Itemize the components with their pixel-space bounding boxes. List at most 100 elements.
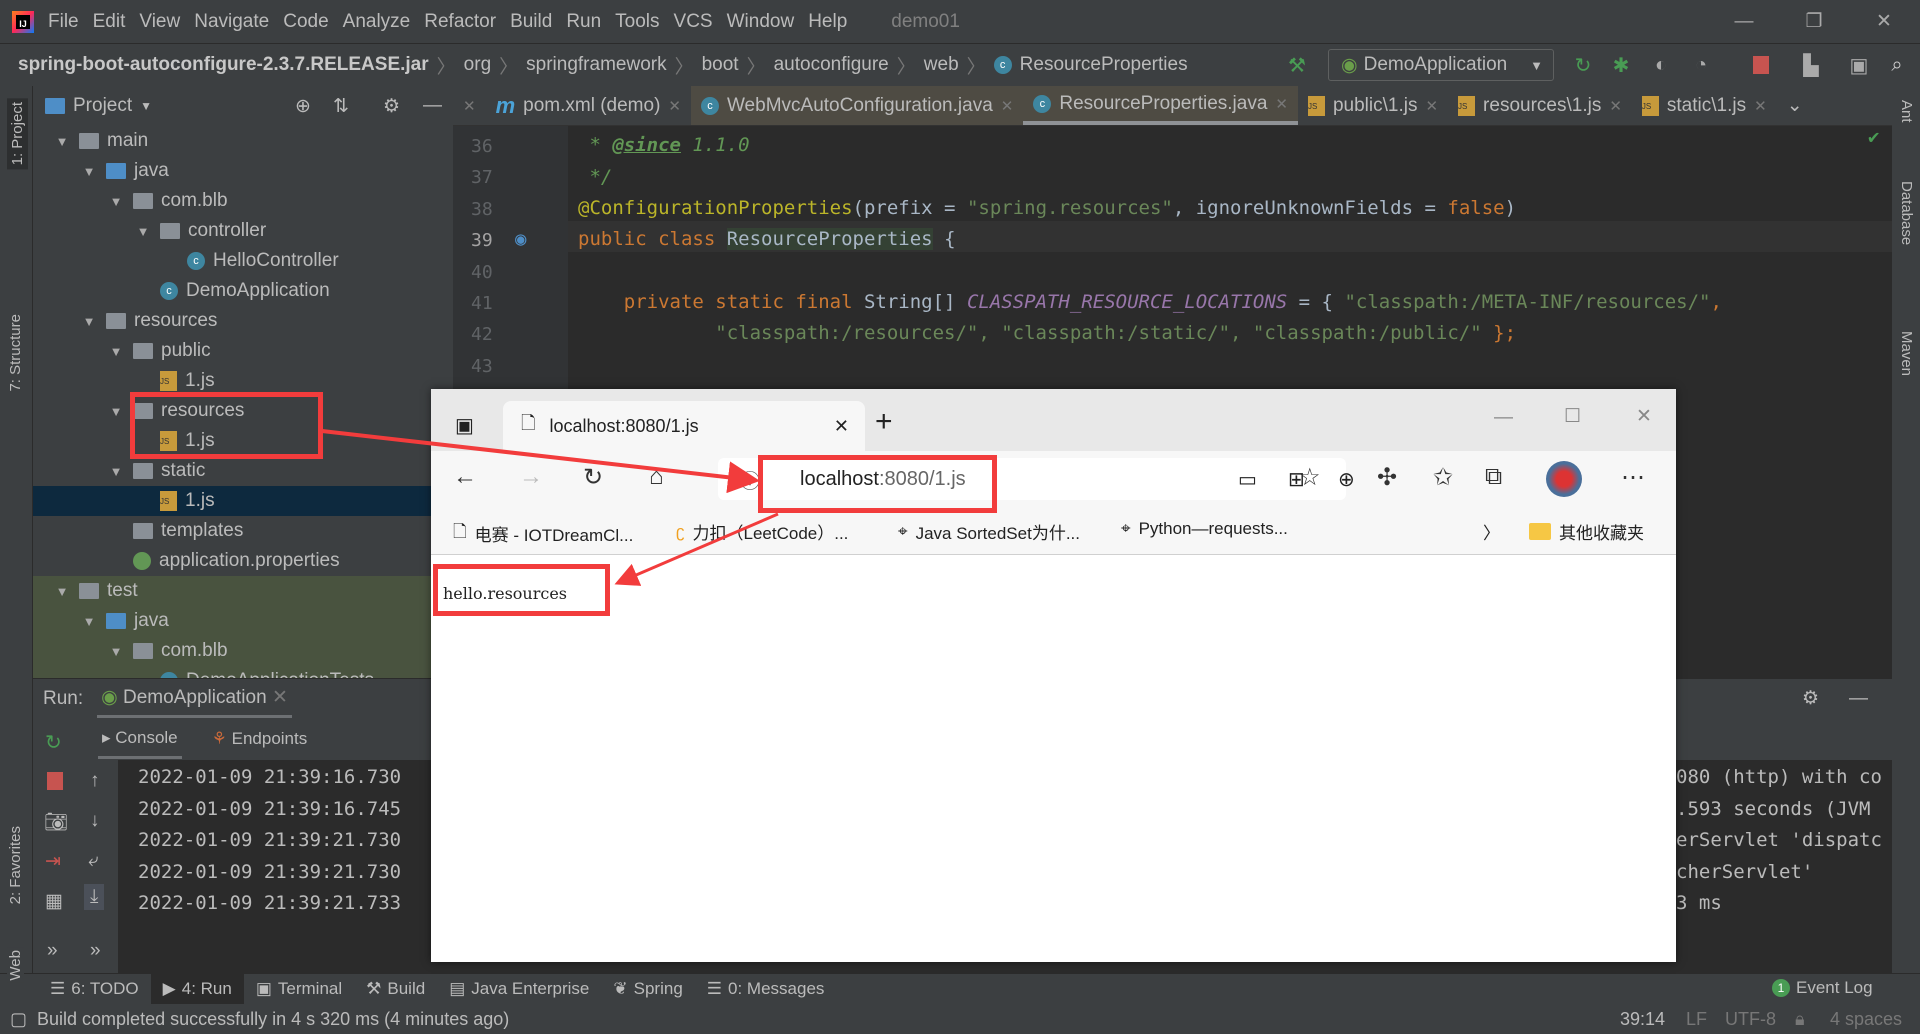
menu-tools[interactable]: Tools — [615, 11, 659, 33]
breadcrumb-web[interactable]: web — [924, 54, 959, 76]
expand-arrow-icon[interactable]: ▼ — [55, 134, 69, 149]
profile-icon[interactable]: ◔ — [1688, 52, 1714, 78]
close-window-button[interactable]: ✕ — [1864, 0, 1904, 43]
tool-window-build[interactable]: ⚒ Build — [354, 974, 437, 1004]
project-view-selector[interactable]: Project — [73, 95, 132, 117]
event-log-button[interactable]: 1 Event Log — [1772, 978, 1873, 998]
close-icon[interactable]: ✕ — [453, 86, 486, 125]
tool-project[interactable]: 1: Project — [7, 98, 28, 170]
close-tab-icon[interactable]: ✕ — [1425, 97, 1438, 115]
caret-position[interactable]: 39:14 — [1620, 1009, 1665, 1030]
hide-icon[interactable]: — — [1849, 688, 1868, 710]
tree-item[interactable]: ▼ controller — [33, 216, 453, 246]
menu-vcs[interactable]: VCS — [674, 11, 713, 33]
scroll-to-end-icon[interactable]: ⤓ — [84, 884, 105, 910]
back-icon[interactable]: ← — [453, 463, 477, 491]
lock-icon[interactable]: 🔒︎ — [1795, 1009, 1805, 1030]
tab-endpoints[interactable]: ⚘ Endpoints — [212, 729, 308, 749]
close-tab-icon[interactable]: ✕ — [1754, 97, 1767, 115]
line-separator[interactable]: LF — [1686, 1009, 1707, 1030]
spring-bean-gutter-icon[interactable]: ◉ — [515, 228, 526, 250]
breadcrumb-org[interactable]: org — [464, 54, 491, 76]
expand-arrow-icon[interactable]: ▼ — [109, 644, 123, 659]
close-tab-icon[interactable]: ✕ — [1275, 95, 1288, 113]
menu-refactor[interactable]: Refactor — [424, 11, 496, 33]
camera-icon[interactable]: 📷︎ — [44, 810, 68, 834]
menu-view[interactable]: View — [139, 11, 180, 33]
menu-edit[interactable]: Edit — [93, 11, 126, 33]
tree-item[interactable]: ▼ java — [33, 156, 453, 186]
chevron-right-icon[interactable]: 〉 — [1483, 519, 1500, 544]
stop-icon[interactable] — [47, 772, 63, 790]
locate-icon[interactable]: ⊕ — [295, 95, 311, 118]
tree-item[interactable]: ▼ com.blb — [33, 186, 453, 216]
refresh-icon[interactable]: ↻ — [583, 463, 603, 492]
tool-window-messages[interactable]: ☰ 0: Messages — [695, 974, 837, 1004]
coverage-icon[interactable]: ◐ — [1648, 52, 1674, 78]
tool-window-run[interactable]: ▶ 4: Run — [150, 974, 244, 1004]
breadcrumb-autoconfigure[interactable]: autoconfigure — [774, 54, 889, 76]
gear-icon[interactable]: ⚙ — [383, 95, 400, 118]
extensions-icon[interactable]: ✣ — [1377, 463, 1397, 492]
gear-icon[interactable]: ⚙ — [1802, 687, 1819, 710]
browser-minimize-button[interactable]: — — [1494, 407, 1513, 429]
breadcrumb-jar[interactable]: spring-boot-autoconfigure-2.3.7.RELEASE.… — [18, 54, 429, 76]
tab-editor-file[interactable]: JS resources\1.js ✕ — [1448, 86, 1632, 125]
close-tab-icon[interactable]: ✕ — [834, 416, 849, 437]
browser-maximize-button[interactable]: ☐ — [1564, 405, 1581, 428]
more-icon[interactable]: » — [47, 940, 58, 962]
tree-item[interactable]: c HelloController — [33, 246, 453, 276]
add-favorite-icon[interactable]: ☆ — [1299, 463, 1321, 492]
expand-arrow-icon[interactable]: ▼ — [55, 584, 69, 599]
close-tab-icon[interactable]: ✕ — [1001, 97, 1014, 115]
status-toggle-icon[interactable]: ▢ — [10, 1009, 27, 1030]
breadcrumb-boot[interactable]: boot — [702, 54, 739, 76]
more-icon[interactable]: ⋯ — [1621, 463, 1645, 492]
site-info-icon[interactable]: ⓘ — [740, 465, 760, 494]
stop-icon[interactable] — [1748, 52, 1774, 78]
minimize-button[interactable]: — — [1724, 0, 1764, 43]
tree-item[interactable]: application.properties — [33, 546, 453, 576]
other-favorites-folder[interactable]: 其他收藏夹 — [1529, 519, 1644, 544]
layout-icon[interactable]: ▦ — [45, 890, 63, 913]
tree-item[interactable]: ▼ com.blb — [33, 636, 453, 666]
new-tab-button[interactable]: + — [875, 405, 893, 439]
read-aloud-icon[interactable]: ▭ — [1238, 467, 1257, 492]
restore-button[interactable]: ❐ — [1794, 0, 1834, 43]
tab-actions-icon[interactable]: ▣ — [455, 413, 474, 438]
tool-database[interactable]: Database — [1898, 181, 1915, 245]
menu-window[interactable]: Window — [727, 11, 795, 33]
run-tab[interactable]: ◉ DemoApplication ✕ — [97, 680, 292, 718]
hide-icon[interactable]: — — [423, 95, 442, 117]
expand-arrow-icon[interactable]: ▼ — [109, 194, 123, 209]
collections-icon[interactable]: ⧉ — [1485, 463, 1502, 491]
tree-item[interactable]: ▼ static — [33, 456, 453, 486]
forward-icon[interactable]: → — [519, 463, 543, 491]
expand-arrow-icon[interactable]: ▼ — [82, 164, 96, 179]
tab-editor-file[interactable]: c WebMvcAutoConfiguration.java ✕ — [690, 86, 1024, 125]
tree-item[interactable]: ▼ public — [33, 336, 453, 366]
collapse-all-icon[interactable]: ⇅ — [333, 95, 349, 118]
tool-window-spring[interactable]: ❦ Spring — [601, 974, 694, 1004]
search-icon[interactable]: ⌕ — [1884, 52, 1910, 78]
down-arrow-icon[interactable]: ↓ — [90, 810, 100, 832]
breadcrumb-class[interactable]: ResourceProperties — [1020, 54, 1188, 76]
tool-ant[interactable]: Ant — [1898, 100, 1915, 123]
rerun-icon[interactable]: ↻ — [45, 730, 62, 755]
menu-navigate[interactable]: Navigate — [194, 11, 269, 33]
menu-file[interactable]: File — [48, 11, 79, 33]
tree-item[interactable]: cDemoApplicationTests — [33, 666, 453, 678]
menu-analyze[interactable]: Analyze — [343, 11, 411, 33]
expand-arrow-icon[interactable]: ▼ — [109, 404, 123, 419]
menu-help[interactable]: Help — [808, 11, 847, 33]
bookmark-item[interactable]: ʗ 力扣（LeetCode）... — [676, 519, 848, 544]
expand-arrow-icon[interactable]: ▼ — [82, 314, 96, 329]
menu-run[interactable]: Run — [566, 11, 601, 33]
tool-window-todo[interactable]: ☰ 6: TODO — [38, 974, 151, 1004]
close-tab-icon[interactable]: ✕ — [668, 97, 681, 115]
indent-setting[interactable]: 4 spaces — [1830, 1009, 1902, 1030]
tool-web[interactable]: Web — [7, 948, 24, 983]
menu-code[interactable]: Code — [283, 11, 328, 33]
tool-maven[interactable]: Maven — [1898, 331, 1915, 376]
soft-wrap-icon[interactable]: ⤶ — [88, 850, 99, 872]
